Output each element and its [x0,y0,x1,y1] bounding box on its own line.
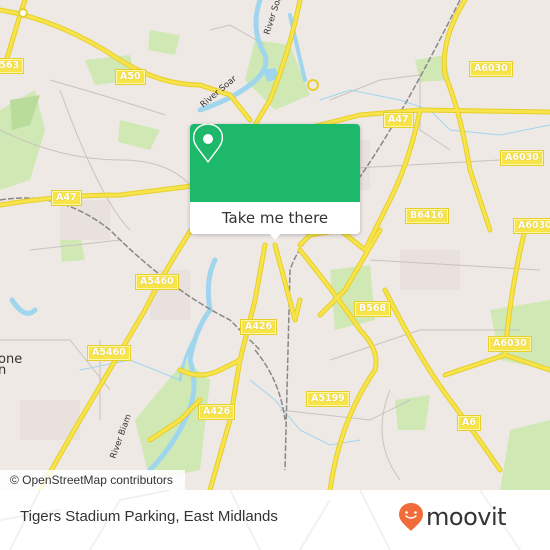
road-label-a6030-3: A6030 [513,218,550,234]
moovit-wordmark: moovit [426,503,507,531]
location-popup: Take me there [190,124,360,240]
road-label-a6030-4: A6030 [488,336,532,352]
moovit-pin-icon [399,503,423,531]
road-label-b6416: B6416 [405,208,449,224]
road-label-a5460-1: A5460 [135,274,179,290]
road-label-a426-2: A426 [197,404,236,420]
footer: Tigers Stadium Parking, East Midlands mo… [0,490,550,550]
road-label-a563: A563 [0,58,25,74]
road-label-a5199: A5199 [306,391,350,407]
map-pin-icon [192,124,224,163]
road-label-a426-1: A426 [239,319,278,335]
road-label-a6: A6 [457,415,481,431]
place-label-partial: one n [0,352,23,378]
road-label-a47-east: A47 [383,112,414,128]
road-label-a5460-2: A5460 [87,345,131,361]
road-label-b568: B568 [353,301,392,317]
map-view[interactable]: A50 A563 A47 A47 A6030 A6030 A6030 A6030… [0,0,550,490]
road-label-a6030-2: A6030 [500,150,544,166]
take-me-there-button[interactable]: Take me there [190,202,360,234]
popup-header [190,124,360,202]
osm-attribution-link[interactable]: © OpenStreetMap contributors [0,470,185,490]
popup-pointer [268,232,282,240]
road-label-a6030-1: A6030 [469,61,513,77]
road-label-a50: A50 [115,69,146,85]
road-label-a47-west: A47 [51,190,82,206]
moovit-logo[interactable]: moovit [398,502,507,532]
place-name: Tigers Stadium Parking, East Midlands [20,508,278,525]
